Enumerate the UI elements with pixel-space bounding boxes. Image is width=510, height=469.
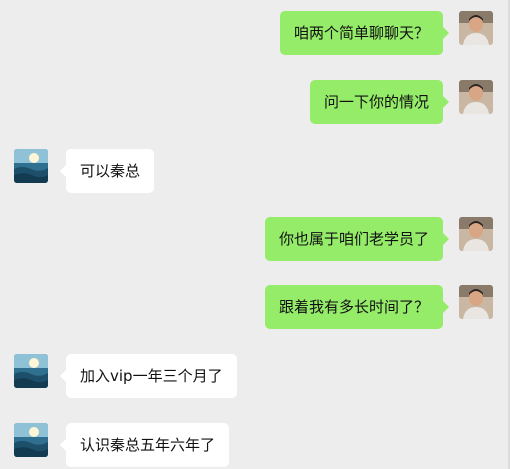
message-bubble-incoming[interactable]: 认识秦总五年六年了 [59, 423, 230, 467]
chat-area: 咱两个简单聊聊天？ 问一下你的情况 可以秦总 你也属于咱们老学员了 跟着我有多长… [0, 0, 510, 469]
man-portrait-icon [459, 285, 493, 319]
ocean-scenery-icon [14, 423, 48, 457]
self-avatar[interactable] [459, 217, 493, 251]
self-avatar[interactable] [459, 285, 493, 319]
self-avatar[interactable] [459, 80, 493, 114]
message-bubble-outgoing[interactable]: 跟着我有多长时间了？ [264, 285, 450, 329]
contact-avatar[interactable] [14, 423, 48, 457]
message-bubble-incoming[interactable]: 可以秦总 [59, 149, 155, 193]
ocean-scenery-icon [14, 149, 48, 183]
man-portrait-icon [459, 11, 493, 45]
message-bubble-outgoing[interactable]: 问一下你的情况 [309, 80, 450, 124]
contact-avatar[interactable] [14, 149, 48, 183]
message-bubble-outgoing[interactable]: 你也属于咱们老学员了 [264, 217, 450, 261]
self-avatar[interactable] [459, 11, 493, 45]
man-portrait-icon [459, 80, 493, 114]
message-bubble-incoming[interactable]: 加入vip一年三个月了 [60, 354, 237, 398]
man-portrait-icon [459, 217, 493, 251]
ocean-scenery-icon [14, 354, 48, 388]
message-bubble-outgoing[interactable]: 咱两个简单聊聊天？ [279, 11, 450, 55]
contact-avatar[interactable] [14, 354, 48, 388]
